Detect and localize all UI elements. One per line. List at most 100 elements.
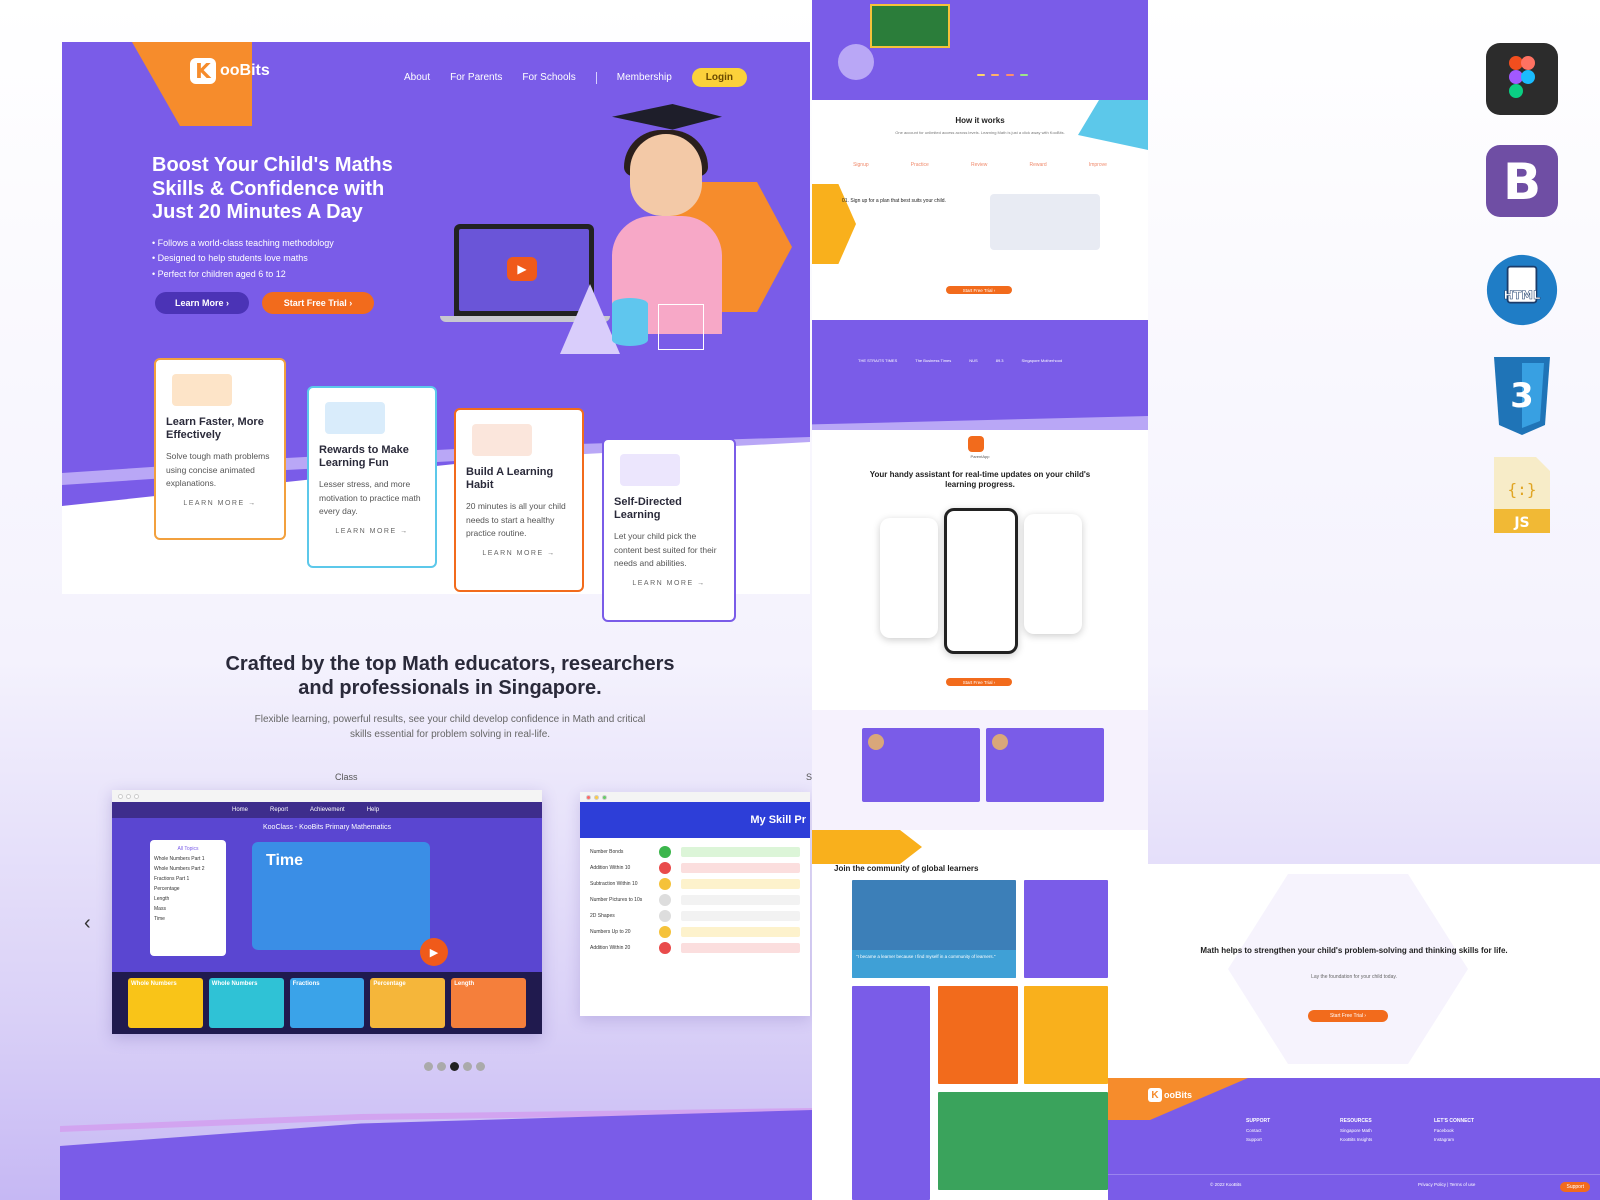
- carousel-prev-icon[interactable]: ‹: [84, 912, 91, 935]
- feature-card-self-directed[interactable]: Self-Directed Learning Let your child pi…: [602, 438, 736, 622]
- topic-tile: Percentage: [370, 978, 446, 1028]
- video-thumbnail[interactable]: [870, 4, 950, 48]
- check-icon: [659, 926, 672, 938]
- footer-policy-links[interactable]: Privacy Policy | Terms of use: [1418, 1182, 1475, 1187]
- kooclass-main: KooClass - KooBits Primary Mathematics A…: [112, 818, 542, 972]
- carousel-dot[interactable]: [476, 1062, 485, 1071]
- topic-item: Length: [154, 896, 170, 902]
- start-free-trial-button[interactable]: Start Free Trial ›: [262, 292, 374, 314]
- feature-learn-more-link[interactable]: LEARN MORE →: [466, 550, 572, 557]
- footer-col-title: SUPPORT: [1246, 1118, 1271, 1124]
- learn-more-button[interactable]: Learn More ›: [155, 292, 249, 314]
- step-tab[interactable]: Signup: [853, 162, 869, 168]
- footer: K ooBits SUPPORT Contact Support RESOURC…: [1108, 1078, 1600, 1200]
- steps-tabs: Signup Practice Review Reward Improve: [832, 162, 1128, 168]
- play-icon[interactable]: ▶: [420, 938, 448, 966]
- video-intro-section: [812, 0, 1148, 100]
- nav-membership[interactable]: Membership: [617, 72, 672, 83]
- nav-for-schools[interactable]: For Schools: [522, 72, 575, 83]
- footer-link-instagram[interactable]: Instagram: [1434, 1135, 1474, 1144]
- step-tab[interactable]: Practice: [911, 162, 929, 168]
- window-dot: [586, 794, 591, 800]
- laptop-video-preview[interactable]: ▶: [454, 224, 594, 316]
- topics-list: All Topics Whole Numbers Part 1 Whole Nu…: [150, 840, 226, 956]
- check-icon: [659, 910, 672, 922]
- js-icon: JS {:}: [1486, 456, 1558, 536]
- skill-row-label: Addition Within 10: [590, 865, 631, 871]
- skill-row-label: Numbers Up to 20: [590, 929, 631, 935]
- start-free-trial-button[interactable]: Start Free Trial ›: [1308, 1010, 1388, 1022]
- play-icon[interactable]: ▶: [507, 257, 537, 281]
- start-free-trial-button[interactable]: Start Free Trial ›: [946, 678, 1012, 686]
- topic-tile: Whole Numbers: [128, 978, 203, 1028]
- skill-bar: [681, 895, 800, 905]
- skill-bar: [681, 847, 800, 857]
- footer-col-title: RESOURCES: [1340, 1118, 1372, 1124]
- feature-learn-more-link[interactable]: LEARN MORE →: [166, 500, 274, 507]
- footer-link[interactable]: Contact: [1246, 1126, 1270, 1135]
- feature-card-rewards[interactable]: Rewards to Make Learning Fun Lesser stre…: [307, 386, 437, 568]
- avatar: [992, 734, 1008, 750]
- carousel-dot[interactable]: [424, 1062, 433, 1071]
- topic-item: Percentage: [154, 886, 180, 892]
- footer-copyright: © 2022 KooBits: [1210, 1182, 1242, 1187]
- footer-logo-mark: K: [1148, 1088, 1162, 1102]
- video-lesson-icon: [172, 374, 232, 406]
- carousel-dot-active[interactable]: [450, 1062, 459, 1071]
- app-nav-report: Report: [270, 807, 289, 813]
- press-logo: Singapore Motherhood: [1021, 358, 1063, 363]
- feature-card-habit[interactable]: Build A Learning Habit 20 minutes is all…: [454, 408, 584, 592]
- login-button[interactable]: Login: [691, 68, 747, 87]
- window-dot: [602, 794, 607, 800]
- logo-mark: K: [190, 58, 216, 84]
- footer-divider: [1108, 1174, 1600, 1175]
- press-section: THE STRAITS TIMES The Business Times NUS…: [812, 320, 1148, 430]
- koobits-logo[interactable]: K ooBits: [190, 58, 270, 84]
- feature-learn-more-link[interactable]: LEARN MORE →: [319, 528, 425, 535]
- feature-card-learn-faster[interactable]: Learn Faster, More Effectively Solve tou…: [154, 358, 286, 540]
- app-nav-help: Help: [366, 807, 380, 813]
- feature-learn-more-link[interactable]: LEARN MORE →: [614, 580, 724, 587]
- app-topbar: Home Report Achievement Help: [112, 802, 542, 818]
- kooclass-screenshot[interactable]: Home Report Achievement Help KooClass - …: [112, 790, 542, 1034]
- community-photo: "I became a learner because I find mysel…: [852, 880, 1016, 978]
- footer-link[interactable]: KooBits Insights: [1340, 1135, 1372, 1144]
- nav-about[interactable]: About: [404, 72, 430, 83]
- css3-icon: 3: [1486, 356, 1558, 436]
- footer-logo[interactable]: K ooBits: [1148, 1088, 1192, 1102]
- community-title: Join the community of global learners: [834, 864, 979, 873]
- skill-row-label: Addition Within 20: [590, 945, 631, 951]
- press-logo: 89.3: [995, 358, 1004, 363]
- footer-logo-text: ooBits: [1164, 1090, 1192, 1100]
- phone-left: [880, 518, 938, 638]
- carousel-dot[interactable]: [437, 1062, 446, 1071]
- crafted-subtitle: Flexible learning, powerful results, see…: [254, 714, 646, 740]
- step-tab[interactable]: Reward: [1029, 162, 1046, 168]
- skill-row: 2D Shapes: [590, 908, 800, 924]
- step-tab[interactable]: Review: [971, 162, 987, 168]
- skill-row: Addition Within 20: [590, 940, 800, 956]
- skill-row: Addition Within 10: [590, 860, 800, 876]
- footer-link[interactable]: Singapore Math: [1340, 1126, 1372, 1135]
- carousel-dot[interactable]: [463, 1062, 472, 1071]
- how-subtitle: One account for unlimited access across …: [895, 130, 1065, 135]
- start-free-trial-button[interactable]: Start Free Trial ›: [946, 286, 1012, 294]
- topic-item: Fractions Part 1: [154, 876, 190, 882]
- time-lesson-card: Time: [252, 842, 430, 950]
- footer-link-facebook[interactable]: Facebook: [1434, 1126, 1474, 1135]
- nav-divider: [595, 71, 597, 84]
- nav-for-parents[interactable]: For Parents: [450, 72, 502, 83]
- topic-tile: Length: [451, 978, 526, 1028]
- footer-col-support: SUPPORT Contact Support: [1246, 1116, 1270, 1144]
- window-chrome: [112, 790, 542, 802]
- skill-title: My Skill Pr: [750, 814, 806, 826]
- press-logo: NUS: [969, 358, 978, 363]
- support-button[interactable]: Support: [1560, 1182, 1590, 1192]
- footer-link[interactable]: Support: [1246, 1135, 1270, 1144]
- phone-right: [1024, 514, 1082, 634]
- step-tab[interactable]: Improve: [1089, 162, 1107, 168]
- skill-bar: [681, 943, 800, 953]
- window-chrome: [580, 792, 810, 802]
- skill-progress-screenshot[interactable]: My Skill Pr Number Bonds Addition Within…: [580, 792, 810, 1016]
- footer-col-title: LET'S CONNECT: [1434, 1118, 1475, 1124]
